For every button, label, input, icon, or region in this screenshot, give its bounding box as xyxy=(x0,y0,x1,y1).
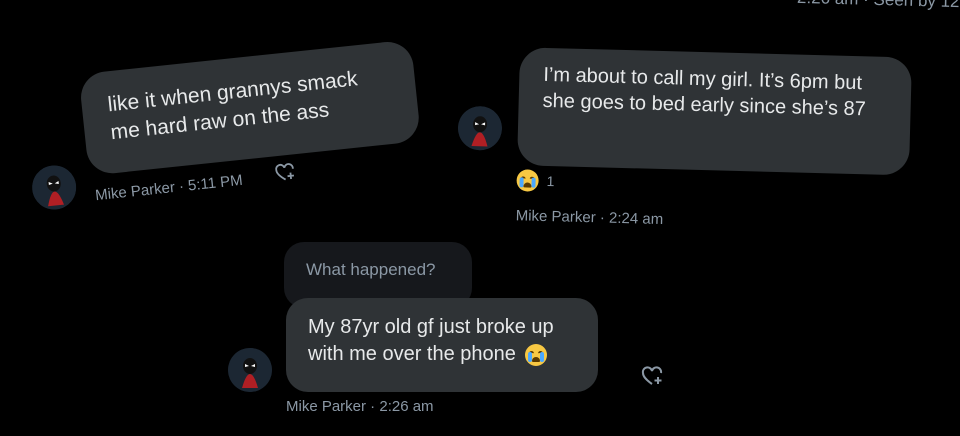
message-meta: Mike Parker · 2:26 am xyxy=(286,398,434,415)
message-text: My 87yr old gf just broke up with me ove… xyxy=(308,316,554,365)
loudly-crying-face-icon xyxy=(525,343,548,366)
spiderman-avatar-icon xyxy=(228,348,272,392)
reply-preview-text: What happened? xyxy=(306,260,436,279)
message-bubble[interactable]: My 87yr old gf just broke up with me ove… xyxy=(286,298,598,392)
avatar[interactable] xyxy=(228,348,272,392)
bottom-thread: What happened? My 87yr old gf just broke… xyxy=(0,0,960,436)
heart-plus-icon[interactable] xyxy=(640,364,664,393)
message-meta-text: Mike Parker · 2:26 am xyxy=(286,398,434,415)
